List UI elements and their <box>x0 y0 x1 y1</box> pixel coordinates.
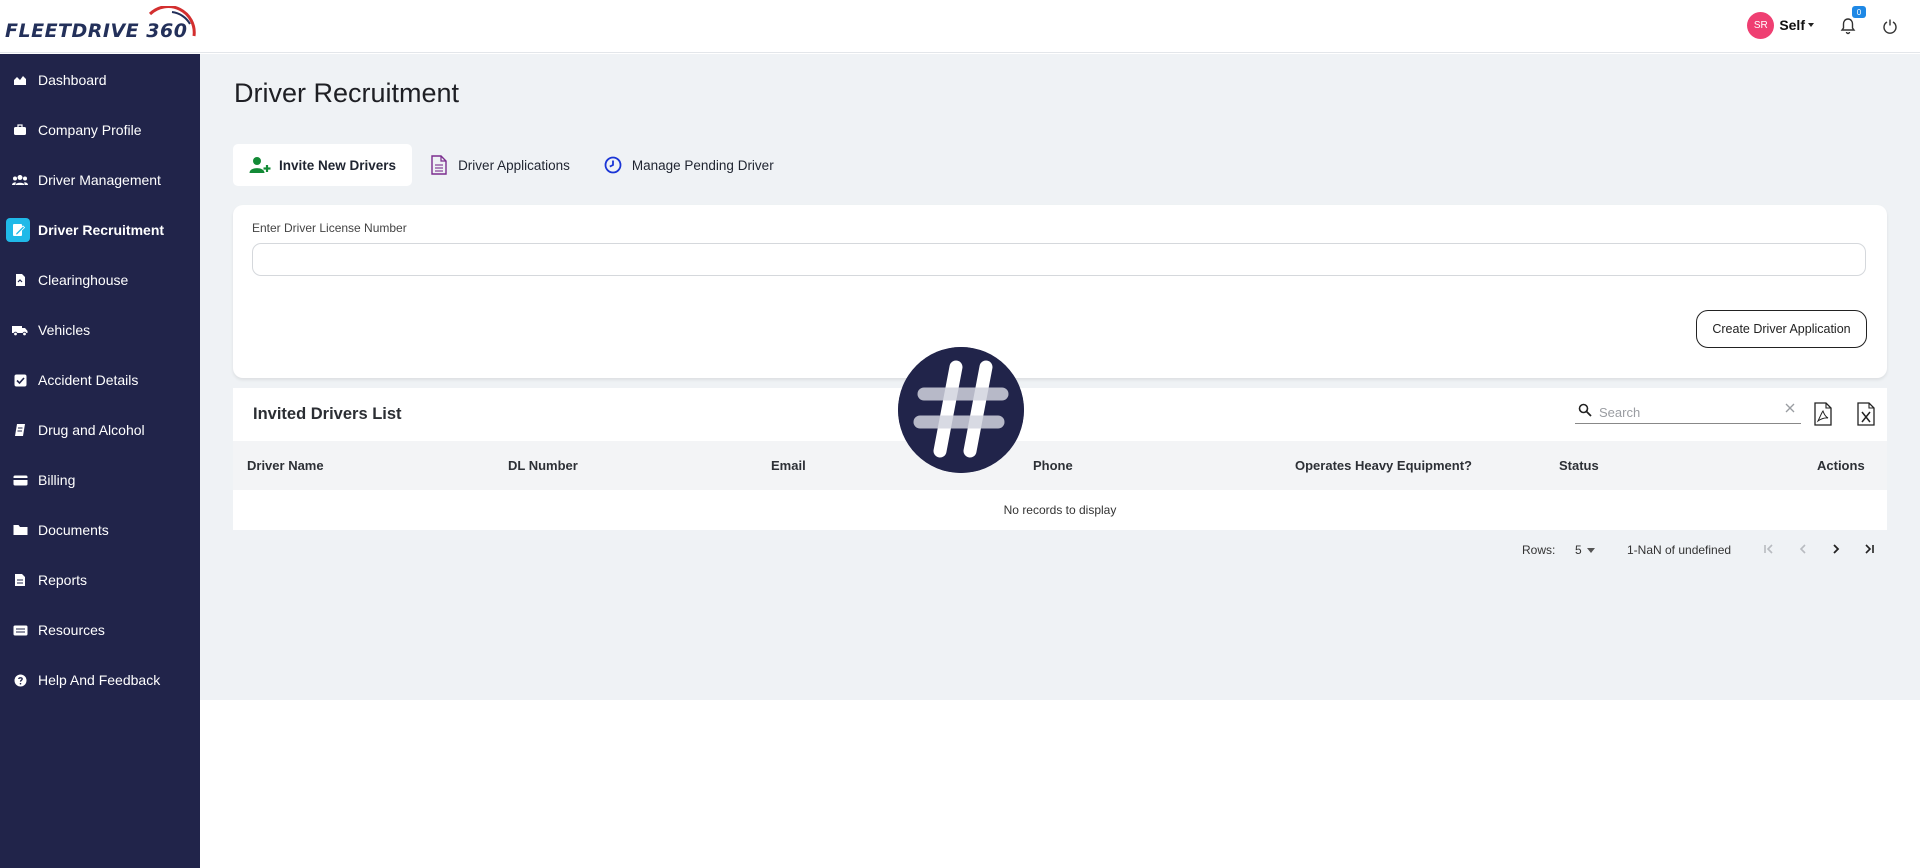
tab-label: Driver Applications <box>458 157 570 173</box>
tab-driver-applications[interactable]: Driver Applications <box>412 144 586 186</box>
main-content: Driver Recruitment Invite New Drivers Dr… <box>200 54 1920 700</box>
sidebar-item-label: Accident Details <box>38 372 139 388</box>
sidebar-item-billing[interactable]: Billing <box>0 455 200 505</box>
tab-label: Manage Pending Driver <box>631 157 774 173</box>
sidebar-item-accident-details[interactable]: Accident Details <box>0 355 200 405</box>
sidebar: Dashboard Company Profile Driver Managem… <box>0 54 200 868</box>
file-icon <box>12 272 28 288</box>
close-icon[interactable] <box>1784 402 1796 414</box>
user-label: Self <box>1779 17 1805 33</box>
column-header-actions: Actions <box>1817 458 1865 473</box>
sidebar-item-help-and-feedback[interactable]: Help And Feedback <box>0 655 200 705</box>
list-title: Invited Drivers List <box>253 405 402 423</box>
user-menu[interactable]: SR Self <box>1747 11 1814 39</box>
sidebar-item-vehicles[interactable]: Vehicles <box>0 305 200 355</box>
sidebar-item-driver-management[interactable]: Driver Management <box>0 155 200 205</box>
license-field-label: Enter Driver License Number <box>252 221 407 235</box>
sidebar-item-dashboard[interactable]: Dashboard <box>0 55 200 105</box>
notification-badge: 0 <box>1852 6 1866 18</box>
sidebar-item-label: Driver Recruitment <box>38 222 165 238</box>
recruitment-tabs: Invite New Drivers Driver Applications M… <box>233 144 790 186</box>
tab-manage-pending-driver[interactable]: Manage Pending Driver <box>586 144 790 186</box>
empty-table-message: No records to display <box>1003 503 1117 517</box>
chevron-down-icon[interactable] <box>1587 548 1595 553</box>
sidebar-item-company-profile[interactable]: Company Profile <box>0 105 200 155</box>
sidebar-item-label: Reports <box>38 572 88 588</box>
speedometer-arc-icon <box>148 6 196 37</box>
column-header-status[interactable]: Status <box>1559 458 1599 473</box>
check-square-icon <box>12 372 28 388</box>
credit-card-icon <box>12 472 28 488</box>
column-header-email[interactable]: Email <box>771 458 806 473</box>
sidebar-item-resources[interactable]: Resources <box>0 605 200 655</box>
license-number-input[interactable] <box>252 243 1866 276</box>
sidebar-item-label: Driver Management <box>38 172 161 188</box>
clock-icon <box>602 155 624 175</box>
column-header-operates-heavy-equipment[interactable]: Operates Heavy Equipment? <box>1295 458 1472 473</box>
pdf-export-icon[interactable] <box>1813 402 1833 426</box>
sidebar-item-label: Vehicles <box>38 322 91 338</box>
document-icon <box>428 155 450 175</box>
next-page-icon[interactable] <box>1827 540 1845 558</box>
sidebar-item-drug-and-alcohol[interactable]: Drug and Alcohol <box>0 405 200 455</box>
pagination: Rows: 5 1-NaN of undefined <box>200 538 1920 562</box>
truck-icon <box>12 322 28 338</box>
sidebar-item-label: Dashboard <box>38 72 107 88</box>
briefcase-icon <box>12 122 28 138</box>
sidebar-item-label: Company Profile <box>38 122 142 138</box>
search-input[interactable] <box>1599 403 1779 421</box>
sidebar-item-label: Drug and Alcohol <box>38 422 145 438</box>
users-icon <box>12 172 28 188</box>
avatar: SR <box>1747 11 1775 39</box>
column-header-dl-number[interactable]: DL Number <box>508 458 578 473</box>
column-header-driver-name[interactable]: Driver Name <box>247 458 324 473</box>
tab-label: Invite New Drivers <box>279 157 397 173</box>
file-text-icon <box>12 572 28 588</box>
create-driver-application-button[interactable]: Create Driver Application <box>1696 310 1867 348</box>
license-form-card: Enter Driver License Number Create Drive… <box>233 205 1887 378</box>
question-circle-icon <box>12 672 28 688</box>
sidebar-item-label: Help And Feedback <box>38 672 161 688</box>
newspaper-icon <box>12 622 28 638</box>
chart-icon <box>12 72 28 88</box>
document-icon <box>12 422 28 438</box>
previous-page-icon[interactable] <box>1794 540 1812 558</box>
sidebar-item-clearinghouse[interactable]: Clearinghouse <box>0 255 200 305</box>
rows-per-page-label: Rows: <box>1522 543 1556 557</box>
rows-per-page-select[interactable]: 5 <box>1575 543 1582 557</box>
power-icon[interactable] <box>1882 18 1898 34</box>
invited-drivers-card: Invited Drivers List Driver Name DL Numb… <box>233 388 1887 530</box>
tab-invite-new-drivers[interactable]: Invite New Drivers <box>233 144 413 186</box>
sidebar-item-label: Documents <box>38 522 109 538</box>
signature-icon <box>6 218 30 242</box>
column-header-phone[interactable]: Phone <box>1033 458 1073 473</box>
sidebar-item-label: Clearinghouse <box>38 272 129 288</box>
sidebar-item-label: Billing <box>38 472 76 488</box>
sidebar-item-label: Resources <box>38 622 105 638</box>
excel-export-icon[interactable] <box>1856 402 1876 426</box>
sidebar-item-documents[interactable]: Documents <box>0 505 200 555</box>
page-title: Driver Recruitment <box>234 78 460 108</box>
sidebar-item-driver-recruitment[interactable]: Driver Recruitment <box>0 205 200 255</box>
sidebar-item-reports[interactable]: Reports <box>0 555 200 605</box>
last-page-icon[interactable] <box>1860 540 1878 558</box>
hashtag-icon <box>898 347 1024 473</box>
chevron-down-icon <box>1808 23 1814 27</box>
bell-icon[interactable] <box>1840 17 1856 35</box>
folder-icon <box>12 522 28 538</box>
pagination-range: 1-NaN of undefined <box>1627 543 1732 557</box>
search-field <box>1575 400 1801 424</box>
top-bar: FLEETDRIVE 360 SR Self 0 <box>0 0 1920 53</box>
user-plus-icon <box>249 155 271 175</box>
search-icon <box>1578 403 1592 417</box>
fleetdrive-logo[interactable]: FLEETDRIVE 360 <box>4 6 200 46</box>
table-header: Driver Name DL Number Email Phone Operat… <box>233 441 1887 490</box>
first-page-icon[interactable] <box>1760 540 1778 558</box>
